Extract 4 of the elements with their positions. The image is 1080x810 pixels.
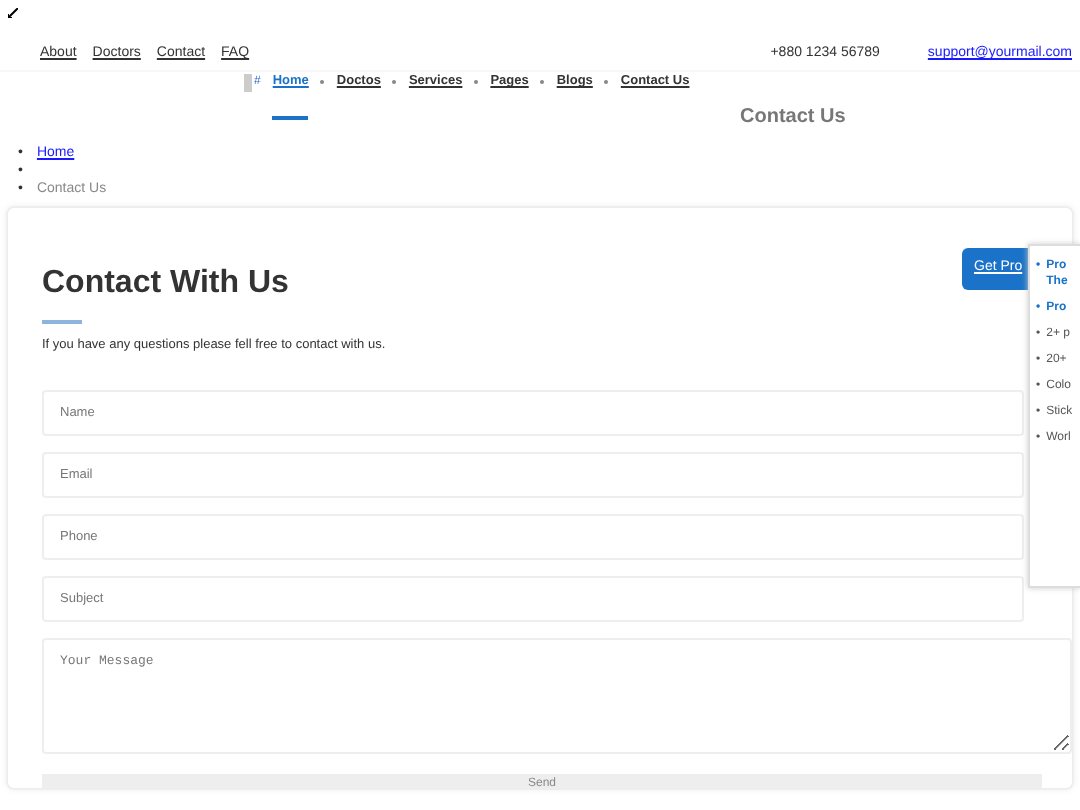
broken-image-icon <box>8 8 18 18</box>
page-title: Contact Us <box>740 104 848 132</box>
title-underline <box>42 320 82 324</box>
form-title: Contact With Us <box>42 264 289 304</box>
